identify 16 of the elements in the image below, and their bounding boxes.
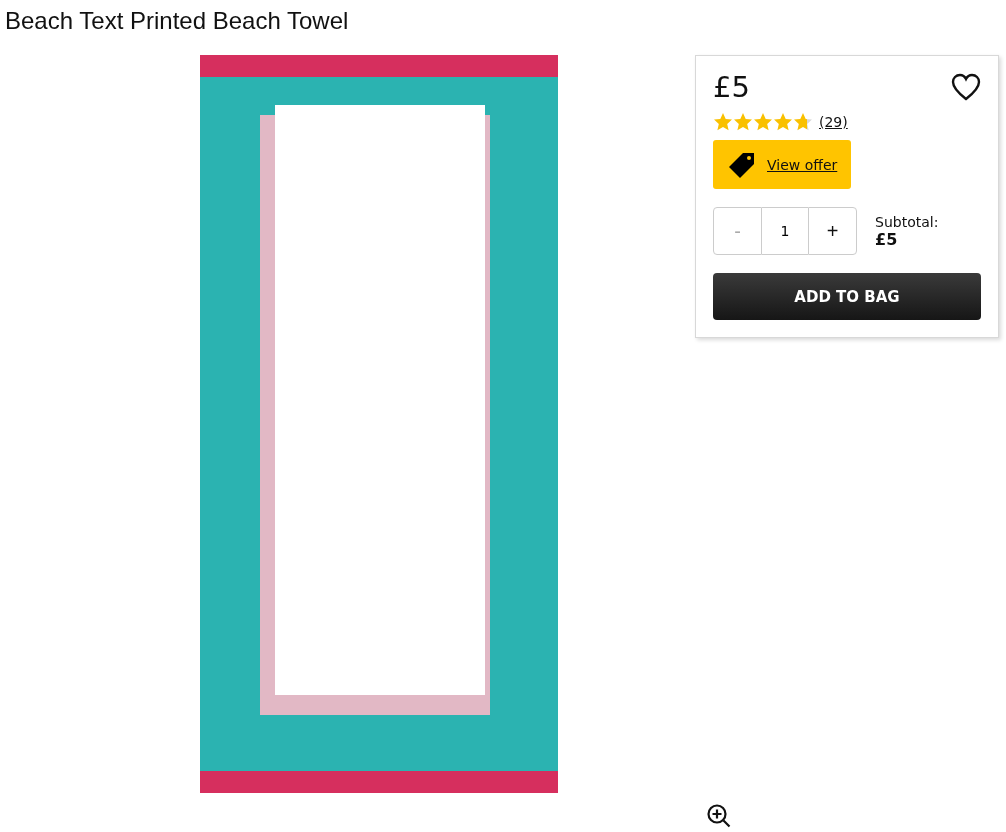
price: £5 bbox=[713, 70, 750, 104]
review-count-link[interactable]: (29) bbox=[819, 114, 848, 130]
quantity-field[interactable]: 1 bbox=[762, 207, 808, 255]
star-icon bbox=[753, 112, 773, 132]
subtotal-value: £5 bbox=[875, 229, 899, 249]
add-to-bag-button[interactable]: ADD TO BAG bbox=[713, 273, 981, 320]
star-icon bbox=[773, 112, 793, 132]
view-offer-button[interactable]: View offer bbox=[713, 140, 852, 189]
star-icon bbox=[713, 112, 733, 132]
zoom-in-icon[interactable] bbox=[706, 803, 732, 829]
subtotal-label: Subtotal: bbox=[875, 213, 939, 230]
star-icon bbox=[733, 112, 753, 132]
increase-button[interactable]: + bbox=[808, 207, 857, 255]
heart-icon[interactable] bbox=[951, 73, 981, 101]
star-icon bbox=[793, 112, 813, 132]
product-title: Beach Text Printed Beach Towel bbox=[5, 6, 350, 36]
